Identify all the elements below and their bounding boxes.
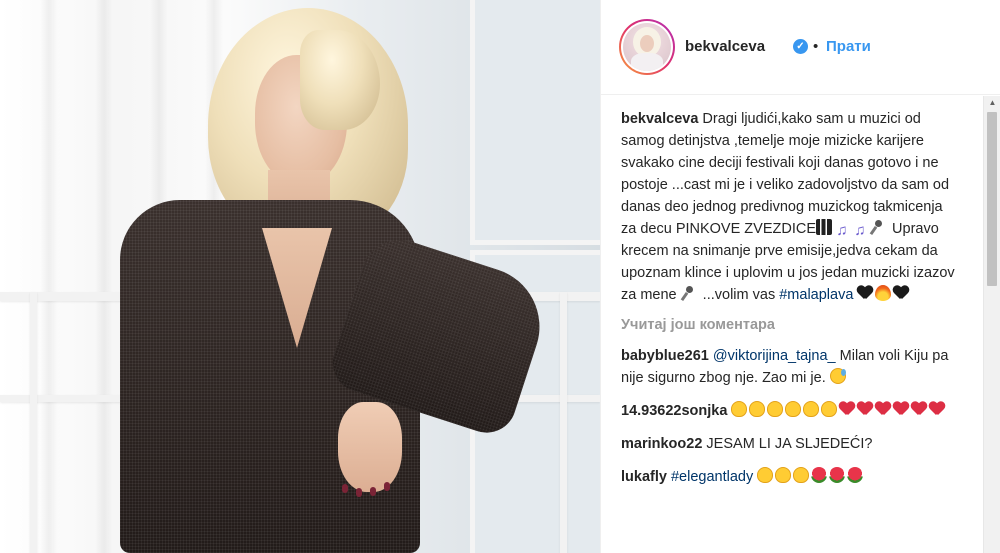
clap-icon — [731, 401, 748, 417]
window-pane — [470, 0, 600, 245]
hand — [338, 402, 402, 492]
avatar[interactable] — [619, 19, 675, 75]
post-header: bekvalceva ✓ • Прати — [601, 0, 1000, 95]
nail — [384, 482, 390, 491]
clap-icon — [793, 467, 810, 483]
red-heart-icon — [893, 401, 909, 417]
clap-icon — [757, 467, 774, 483]
avatar-body — [631, 53, 663, 71]
rose-icon — [847, 467, 864, 483]
comment-item: lukafly #elegantlady — [621, 466, 956, 488]
microphone-icon — [870, 219, 886, 235]
comment-item: 14.93622sonjka — [621, 400, 956, 422]
verified-badge-icon: ✓ — [793, 39, 808, 54]
avatar-ring — [621, 21, 673, 73]
comments-list: bekvalceva Dragi ljudići,kako sam u muzi… — [601, 96, 981, 553]
music-notes-icon: ♫ — [836, 222, 848, 239]
avatar-face — [640, 35, 654, 52]
piano-keys-icon — [816, 219, 833, 235]
separator-dot: • — [813, 38, 819, 55]
black-heart-icon — [857, 285, 873, 301]
caption-text-part1: Dragi ljudići,kako sam u muzici od samog… — [621, 111, 950, 237]
caption: bekvalceva Dragi ljudići,kako sam u muzi… — [621, 108, 956, 306]
comment-username[interactable]: babyblue261 — [621, 348, 709, 364]
red-heart-icon — [857, 401, 873, 417]
microphone-icon — [681, 285, 697, 301]
music-notes-icon: ♫ — [854, 222, 866, 239]
clap-icon — [821, 401, 838, 417]
post-photo[interactable] — [0, 0, 600, 553]
hashtag-link[interactable]: #elegantlady — [671, 469, 753, 485]
rose-icon — [829, 467, 846, 483]
clap-icon — [767, 401, 784, 417]
load-more-comments-button[interactable]: Учитај још коментара — [621, 317, 981, 333]
mention-link[interactable]: @viktorijina_tajna_ — [713, 348, 836, 364]
comment-username[interactable]: lukafly — [621, 469, 667, 485]
comment-username[interactable]: marinkoo22 — [621, 436, 702, 452]
clap-icon — [775, 467, 792, 483]
scroll-up-arrow-icon[interactable]: ▲ — [984, 96, 1000, 110]
railing-post — [30, 292, 37, 553]
follow-button[interactable]: Прати — [826, 38, 871, 55]
caption-username[interactable]: bekvalceva — [621, 111, 698, 127]
caption-text-part3: ...volim vas — [698, 287, 780, 303]
curtain-fold — [40, 0, 58, 553]
red-heart-icon — [875, 401, 891, 417]
rose-icon — [811, 467, 828, 483]
post-side-panel: bekvalceva ✓ • Прати bekvalceva Dragi lj… — [600, 0, 1000, 553]
red-heart-icon — [839, 401, 855, 417]
comment-item: marinkoo22 JESAM LI JA SLJEDEĆI? — [621, 433, 956, 455]
railing-post — [560, 292, 567, 553]
curtain-fold — [95, 0, 113, 553]
comment-text: JESAM LI JA SLJEDEĆI? — [702, 436, 873, 452]
clap-icon — [749, 401, 766, 417]
avatar-photo — [623, 23, 671, 71]
clap-icon — [803, 401, 820, 417]
red-heart-icon — [911, 401, 927, 417]
comment-item: babyblue261 @viktorijina_tajna_ Milan vo… — [621, 345, 956, 389]
nail — [356, 488, 362, 497]
comments-scrollbar[interactable]: ▲ — [983, 96, 1000, 553]
clap-icon — [785, 401, 802, 417]
red-heart-icon — [929, 401, 945, 417]
fire-icon — [875, 285, 892, 301]
black-heart-icon — [893, 285, 909, 301]
scroll-thumb[interactable] — [987, 112, 997, 286]
sweat-smile-icon — [829, 368, 846, 384]
nail — [370, 487, 376, 496]
nail — [342, 484, 348, 493]
comment-username[interactable]: 14.93622sonjka — [621, 403, 727, 419]
username-link[interactable]: bekvalceva — [685, 38, 765, 55]
hashtag-link[interactable]: #malaplava — [779, 287, 853, 303]
